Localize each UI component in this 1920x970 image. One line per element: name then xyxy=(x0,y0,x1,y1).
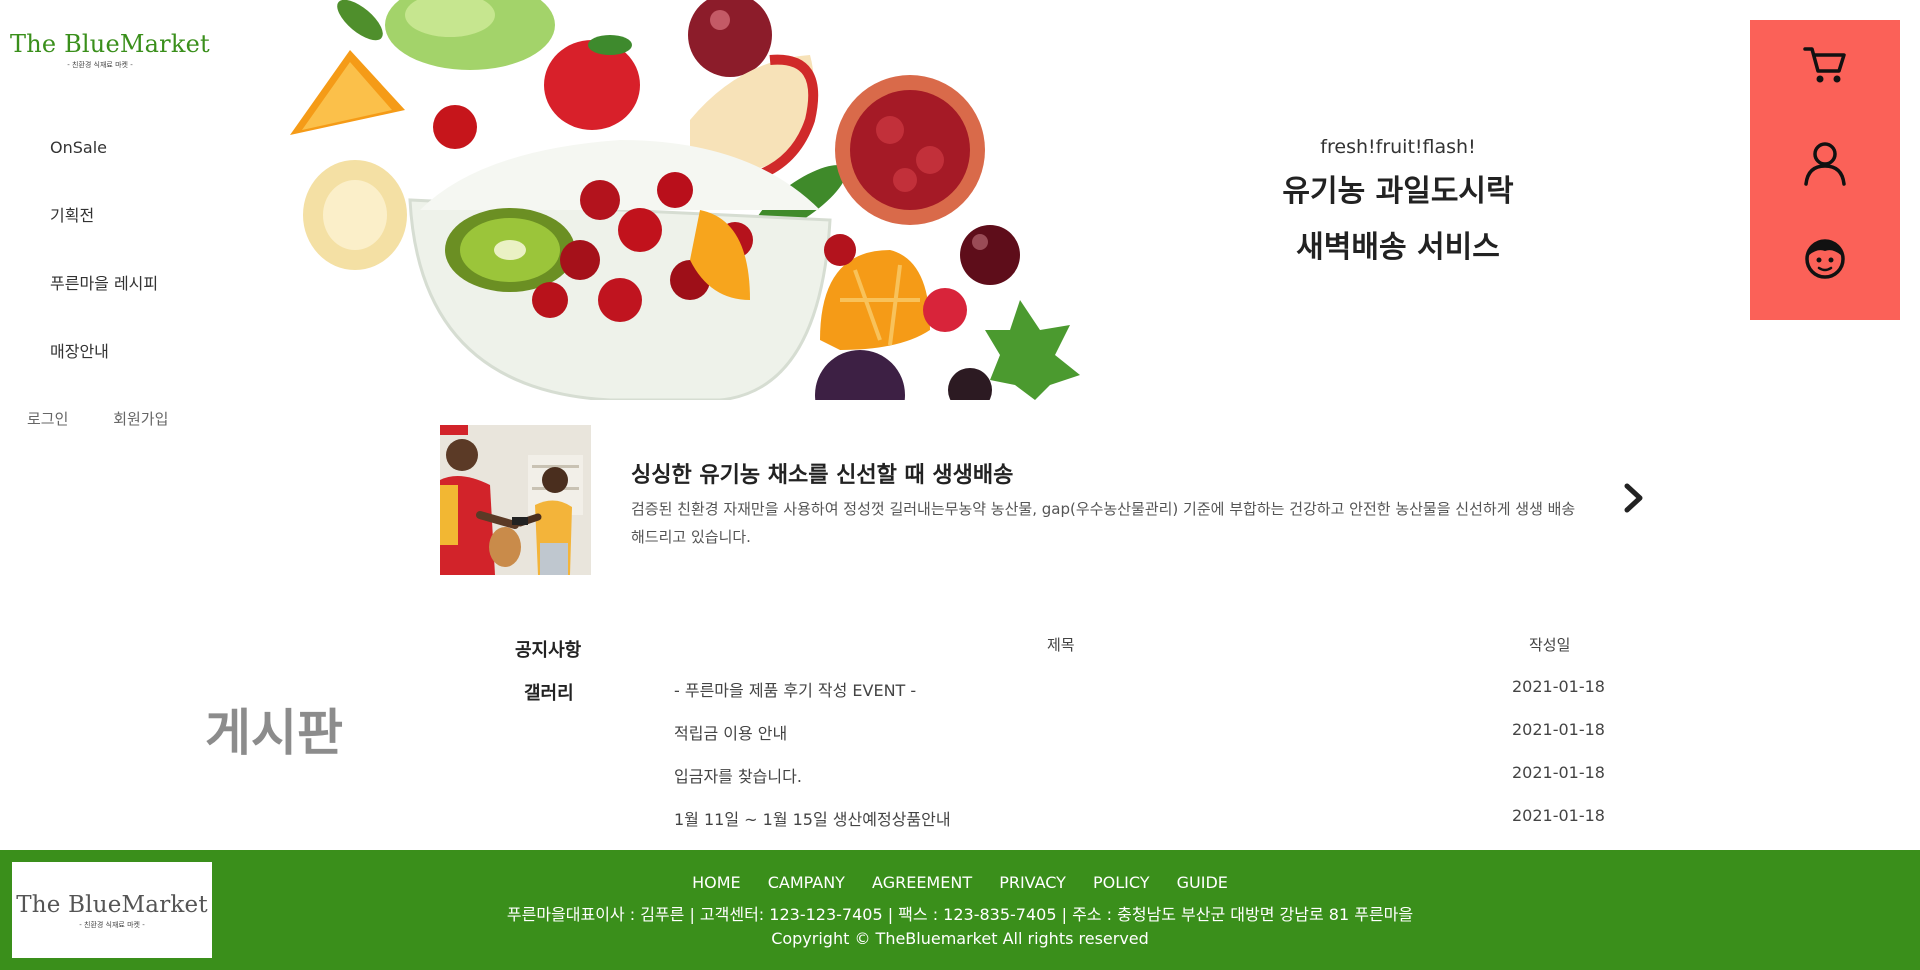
quick-menu xyxy=(1750,20,1900,320)
board-row-title[interactable]: - 푸른마을 제품 후기 작성 EVENT - xyxy=(674,677,916,701)
footer-link-company[interactable]: CAMPANY xyxy=(768,873,845,892)
hero-image xyxy=(280,0,1080,400)
site-footer: The BlueMarket - 친환경 식재료 마켓 - HOME CAMPA… xyxy=(0,850,1920,970)
auth-links: 로그인 회원가입 xyxy=(27,408,208,429)
main-nav: OnSale 기획전 푸른마을 레시피 매장안내 xyxy=(50,136,158,408)
footer-link-home[interactable]: HOME xyxy=(692,873,741,892)
board-label: 게시판 xyxy=(205,704,343,762)
board-row-title[interactable]: 적립금 이용 안내 xyxy=(674,720,787,744)
hero-title-line-2: 새벽배송 서비스 xyxy=(1296,230,1500,265)
nav-item-store-info[interactable]: 매장안내 xyxy=(50,340,158,408)
delivery-photo xyxy=(440,425,591,575)
footer-copyright: Copyright © TheBluemarket All rights res… xyxy=(771,929,1149,948)
board-row[interactable]: 1월 11일 ~ 1월 15일 생산예정상품안내 2021-01-18 xyxy=(674,806,1605,836)
logo-tagline: - 친환경 식재료 마켓 - xyxy=(67,61,133,69)
footer-link-guide[interactable]: GUIDE xyxy=(1177,873,1228,892)
promo-title: 싱싱한 유기농 채소를 신선할 때 생생배송 xyxy=(631,463,1014,488)
board-row-title[interactable]: 입금자를 찾습니다. xyxy=(674,763,802,787)
footer-link-agreement[interactable]: AGREEMENT xyxy=(872,873,972,892)
board-row-date: 2021-01-18 xyxy=(1512,677,1605,696)
hero-title: 유기농 과일도시락 새벽배송 서비스 xyxy=(1198,164,1598,276)
footer-links: HOME CAMPANY AGREEMENT PRIVACY POLICY GU… xyxy=(0,873,1920,892)
nav-item-exhibition[interactable]: 기획전 xyxy=(50,204,158,272)
board-row[interactable]: - 푸른마을 제품 후기 작성 EVENT - 2021-01-18 xyxy=(674,677,1605,707)
footer-link-privacy[interactable]: PRIVACY xyxy=(999,873,1066,892)
tab-gallery[interactable]: 갤러리 xyxy=(524,679,574,705)
promo-description: 검증된 친환경 자재만을 사용하여 정성껏 길러내는무농약 농산물, gap(우… xyxy=(631,500,1576,546)
logo-title: The BlueMarket xyxy=(10,30,210,58)
board-row-title[interactable]: 1월 11일 ~ 1월 15일 생산예정상품안내 xyxy=(674,806,951,830)
hero-text: fresh!fruit!flash! 유기농 과일도시락 새벽배송 서비스 xyxy=(1198,136,1598,276)
signup-link[interactable]: 회원가입 xyxy=(113,410,168,428)
board-row-date: 2021-01-18 xyxy=(1512,806,1605,825)
column-header-date: 작성일 xyxy=(1529,636,1571,654)
tab-notice[interactable]: 공지사항 xyxy=(515,636,581,662)
board-row-date: 2021-01-18 xyxy=(1512,720,1605,739)
mypage-button[interactable] xyxy=(1800,138,1850,188)
fruit-bowl-illustration xyxy=(290,0,1080,400)
column-header-title: 제목 xyxy=(1047,636,1075,654)
customer-service-icon xyxy=(1805,239,1845,279)
hero-title-line-1: 유기농 과일도시락 xyxy=(1282,174,1514,209)
board-row[interactable]: 입금자를 찾습니다. 2021-01-18 xyxy=(674,763,1605,793)
promo-image xyxy=(440,425,591,575)
board-row-date: 2021-01-18 xyxy=(1512,763,1605,782)
hero-slogan: fresh!fruit!flash! xyxy=(1320,136,1476,158)
board-row[interactable]: 적립금 이용 안내 2021-01-18 xyxy=(674,720,1605,750)
promo-next-button[interactable] xyxy=(1618,478,1650,518)
cart-icon xyxy=(1803,47,1846,83)
chevron-right-icon xyxy=(1624,483,1643,513)
login-link[interactable]: 로그인 xyxy=(27,410,68,428)
footer-link-policy[interactable]: POLICY xyxy=(1093,873,1150,892)
cart-button[interactable] xyxy=(1800,40,1850,90)
customer-service-button[interactable] xyxy=(1800,233,1850,283)
user-icon xyxy=(1804,142,1846,186)
site-logo[interactable]: The BlueMarket - 친환경 식재료 마켓 - xyxy=(10,30,210,70)
footer-company-info: 푸른마을대표이사 : 김푸른 | 고객센터: 123-123-7405 | 팩스… xyxy=(506,905,1414,924)
nav-item-recipe[interactable]: 푸른마을 레시피 xyxy=(50,272,158,340)
nav-item-onsale[interactable]: OnSale xyxy=(50,136,158,204)
